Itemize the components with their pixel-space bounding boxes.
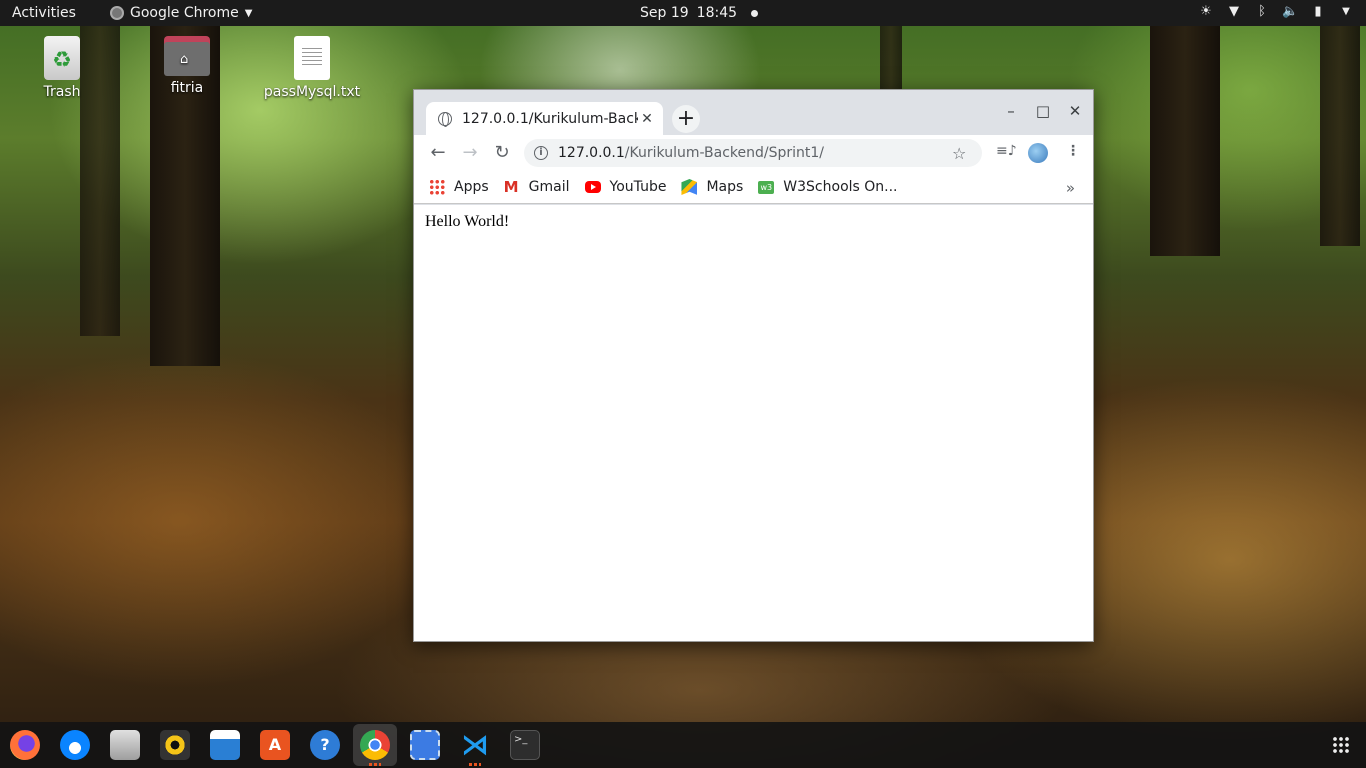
globe-icon (438, 111, 452, 127)
tree-trunk (1320, 26, 1360, 246)
google-chrome-icon[interactable] (360, 730, 390, 760)
app-menu[interactable]: Google Chrome ▼ (110, 5, 252, 21)
desktop-icon-label: Trash (43, 84, 81, 100)
desktop-icon-label: fitria (170, 80, 204, 96)
tab-strip: 127.0.0.1/Kurikulum-Backend/Sprint1/ ✕ +… (414, 90, 1093, 135)
maps-icon (681, 179, 698, 195)
desktop-icon-text-file[interactable]: passMysql.txt (257, 36, 367, 100)
chevron-down-icon: ▼ (244, 7, 253, 19)
apps-grid-icon (429, 179, 445, 195)
files-icon[interactable] (110, 730, 140, 760)
tree-trunk (1150, 26, 1220, 256)
desktop-icon-trash[interactable]: Trash (7, 36, 117, 100)
bookmark-apps[interactable]: Apps (429, 179, 489, 195)
app-menu-label: Google Chrome (130, 5, 239, 21)
reload-button[interactable]: ↻ (490, 141, 514, 165)
bookmark-star-icon[interactable]: ☆ (952, 144, 966, 163)
url-path: /Kurikulum-Backend/Sprint1/ (624, 145, 825, 161)
tab-close-icon[interactable]: ✕ (640, 111, 654, 127)
clock-date: Sep 19 (640, 5, 689, 21)
notification-dot-icon (751, 9, 759, 17)
desktop-icon-home-folder[interactable]: ⌂ fitria (132, 36, 242, 96)
system-tray[interactable]: ☀ ▼ ᛒ 🔈 ▮ ▼ (1198, 4, 1354, 20)
tab-title: 127.0.0.1/Kurikulum-Backend/Sprint1/ (462, 110, 638, 127)
new-tab-button[interactable]: + (672, 105, 700, 133)
gmail-icon: M (503, 178, 519, 196)
site-info-icon[interactable]: i (534, 146, 548, 160)
help-icon[interactable]: ? (310, 730, 340, 760)
terminal-icon[interactable]: >_ (510, 730, 540, 760)
thunderbird-icon[interactable] (60, 730, 90, 760)
maximize-button[interactable]: □ (1033, 102, 1053, 120)
vscode-icon[interactable]: ⋊ (460, 730, 490, 760)
browser-toolbar: ← → ↻ i 127.0.0.1/Kurikulum-Backend/Spri… (414, 135, 1093, 171)
system-menu-chevron-icon: ▼ (1342, 6, 1350, 17)
running-indicator (469, 763, 481, 766)
page-text: Hello World! (425, 213, 510, 230)
dock: A ? ⋊ >_ (0, 722, 1366, 768)
activities-button[interactable]: Activities (12, 5, 76, 21)
bookmark-label: YouTube (609, 179, 667, 195)
wifi-icon: ▼ (1229, 4, 1239, 19)
text-file-icon (294, 36, 330, 80)
screenshot-icon[interactable] (410, 730, 440, 760)
back-button[interactable]: ← (426, 141, 450, 165)
bookmarks-overflow-icon[interactable]: » (1066, 179, 1075, 197)
rhythmbox-icon[interactable] (160, 730, 190, 760)
extension-globe-icon[interactable] (1028, 143, 1048, 163)
bookmark-youtube[interactable]: YouTube (584, 179, 667, 195)
address-url: 127.0.0.1/Kurikulum-Backend/Sprint1/ (558, 145, 948, 161)
menu-kebab-icon[interactable]: ⋮ (1066, 143, 1080, 159)
bookmark-label: Gmail (528, 179, 570, 195)
software-center-icon[interactable]: A (260, 730, 290, 760)
close-window-button[interactable]: ✕ (1065, 102, 1085, 120)
forward-button[interactable]: → (458, 141, 482, 165)
home-folder-icon: ⌂ (164, 36, 210, 76)
bookmarks-bar: Apps M Gmail YouTube Maps w3 W3Schools O… (414, 171, 1093, 204)
bluetooth-icon: ᛒ (1258, 4, 1266, 19)
page-content: Hello World! (414, 205, 1093, 641)
desktop-icon-label: passMysql.txt (263, 84, 361, 100)
bookmark-w3schools[interactable]: w3 W3Schools On... (758, 179, 898, 195)
bookmark-label: W3Schools On... (783, 179, 898, 195)
libreoffice-writer-icon[interactable] (210, 730, 240, 760)
w3schools-icon: w3 (758, 180, 775, 194)
brightness-icon: ☀ (1200, 4, 1212, 19)
running-indicator (369, 763, 381, 766)
show-applications-icon[interactable] (1332, 736, 1350, 754)
minimize-button[interactable]: – (1001, 102, 1021, 120)
bookmark-gmail[interactable]: M Gmail (504, 179, 570, 195)
clock-time: 18:45 (696, 5, 738, 21)
address-bar[interactable]: i 127.0.0.1/Kurikulum-Backend/Sprint1/ ☆ (524, 139, 982, 167)
url-host: 127.0.0.1 (558, 145, 625, 161)
trash-icon (44, 36, 80, 80)
battery-icon: ▮ (1314, 4, 1322, 19)
volume-icon: 🔈 (1282, 4, 1299, 19)
browser-tab[interactable]: 127.0.0.1/Kurikulum-Backend/Sprint1/ ✕ (426, 102, 663, 135)
bookmark-maps[interactable]: Maps (681, 179, 743, 195)
chrome-window: 127.0.0.1/Kurikulum-Backend/Sprint1/ ✕ +… (413, 89, 1094, 642)
bookmark-label: Apps (454, 179, 489, 195)
top-bar: Activities Google Chrome ▼ Sep 19 18:45 … (0, 0, 1366, 26)
firefox-icon[interactable] (10, 730, 40, 760)
chrome-icon (110, 6, 124, 20)
youtube-icon (584, 181, 601, 193)
clock[interactable]: Sep 19 18:45 (640, 5, 759, 21)
tree-trunk (880, 26, 902, 96)
bookmark-label: Maps (706, 179, 744, 195)
media-controls-icon[interactable]: ≡♪ (996, 143, 1017, 159)
